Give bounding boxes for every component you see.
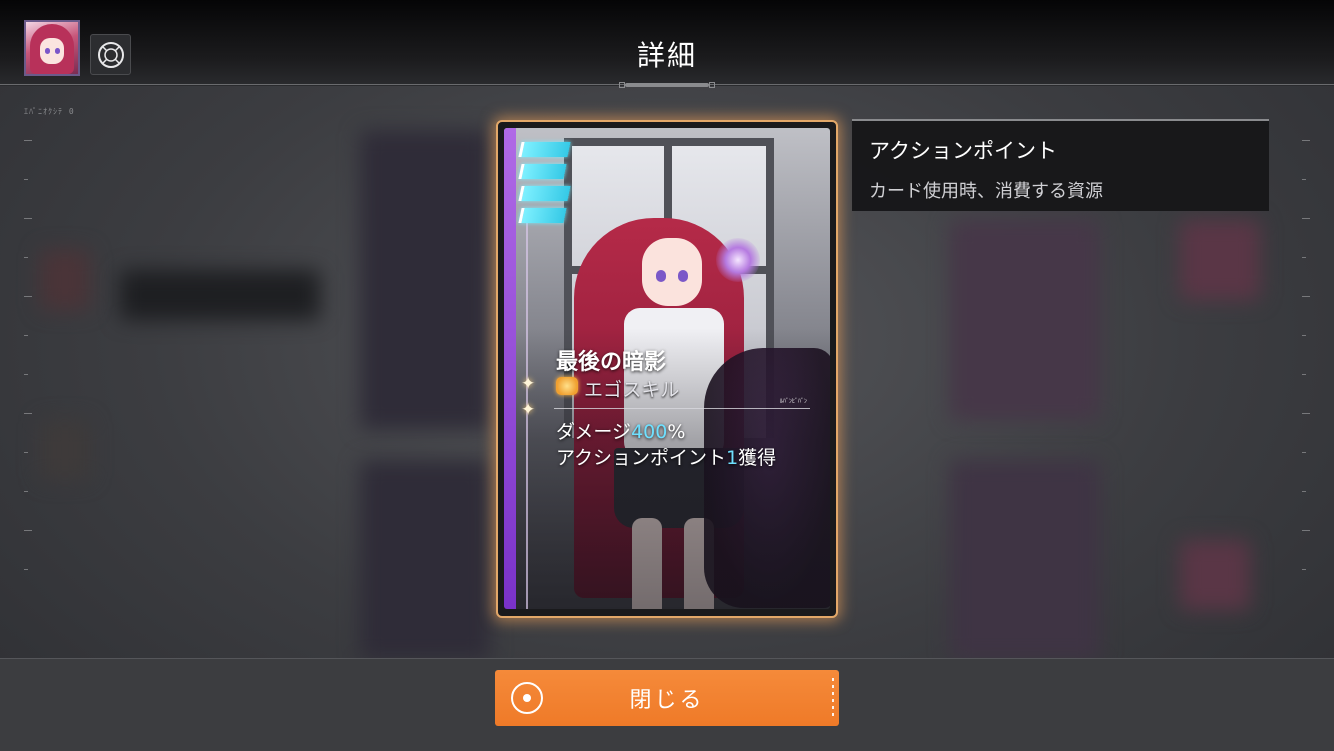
blurred-card-right [950,220,1100,420]
ego-burst-icon [556,377,578,395]
card-art-eye [678,270,688,282]
title-decoration [605,81,729,89]
blurred-panel [120,270,320,320]
card-name: 最後の暗影 [556,350,667,375]
character-avatar-icon[interactable] [24,20,80,76]
left-ruler [24,140,32,608]
tooltip-description: カード使用時、消費する資源 [869,181,1103,202]
blurred-card-left-2 [360,460,490,660]
blurred-thumb [40,420,90,480]
ap-gain-value: 1 [726,447,739,469]
desc-line-damage: ダメージ400% [556,421,686,443]
keyword-tooltip: アクションポイント カード使用時、消費する資源 [852,119,1269,211]
ap-cost-bars [518,142,571,230]
ap-cost-bar [518,142,571,157]
blurred-card-left [360,130,490,430]
ap-cost-bar [518,186,571,201]
ap-cost-bar [518,208,567,223]
hud-label: ｴﾊﾟﾆｵｸｼﾃ 0 [24,107,75,116]
sparkle-icon: ✦ [521,400,536,420]
page-title: 詳細 [636,39,697,72]
action-point-keyword[interactable]: アクションポイント [556,447,726,469]
blurred-thumb [40,250,90,310]
close-button-label: 閉じる [629,688,705,713]
card-art-eye [656,270,666,282]
damage-value[interactable]: 400 [631,421,667,443]
card-divider [554,408,810,409]
card-art-character-face [642,238,702,306]
card-art-magic-orb [716,238,760,282]
close-button[interactable]: 閉じる [495,670,839,726]
skill-type-label: エゴスキル [584,379,680,401]
right-ruler [1302,140,1310,608]
target-circle-icon[interactable] [90,34,131,75]
card-description: ダメージ400% アクションポイント1獲得 [556,419,776,471]
desc-line-ap: アクションポイント1獲得 [556,447,777,469]
blurred-card-far-right-2 [1180,540,1250,610]
ap-cost-bar [518,164,567,179]
blurred-card-right-2 [950,460,1100,660]
tooltip-title: アクションポイント [869,139,1057,163]
circle-dot-icon [511,682,543,714]
sparkle-icon: ✦ [521,374,536,394]
button-edge-dots [832,678,834,718]
skill-card[interactable]: ✦ ✦ 最後の暗影 エゴスキル ﾙﾊﾞﾝﾋﾞﾊﾞﾝ ダメージ400% アクション… [504,128,830,609]
card-tag: ﾙﾊﾞﾝﾋﾞﾊﾞﾝ [780,398,808,405]
card-rarity-rail [504,128,516,609]
blurred-card-far-right [1180,220,1260,300]
